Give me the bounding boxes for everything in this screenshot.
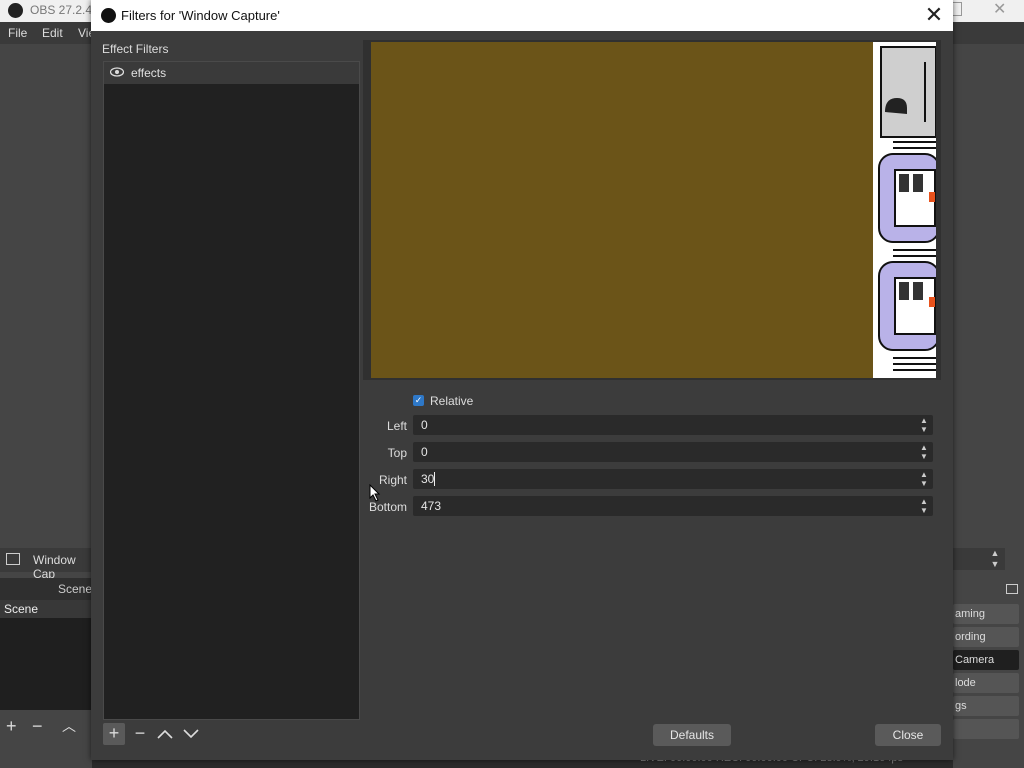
left-decrement-icon[interactable]: ▼ [917,425,931,434]
settings-button[interactable]: gs [953,696,1019,716]
exit-button[interactable] [953,719,1019,739]
relative-checkbox[interactable]: ✓ [413,395,424,406]
window-source-icon [6,553,20,565]
dock-float-icon[interactable] [1006,584,1018,594]
scenes-header: Scene [0,578,92,600]
bottom-decrement-icon[interactable]: ▼ [917,506,931,515]
bottom-spinbox[interactable]: 473 ▲ ▼ [413,496,933,516]
close-button[interactable]: Close [875,724,941,746]
defaults-button[interactable]: Defaults [653,724,731,746]
remove-scene-icon[interactable]: − [32,716,43,737]
right-value: 30 [421,472,435,486]
effect-filters-label: Effect Filters [102,42,169,56]
plus-icon[interactable]: + [103,723,125,745]
right-decrement-icon[interactable]: ▼ [917,479,931,488]
virtual-camera-button[interactable]: Camera [953,650,1019,670]
filter-preview [371,42,936,378]
left-increment-icon[interactable]: ▲ [917,416,931,425]
bottom-label: Bottom [368,500,407,514]
eye-icon[interactable] [110,67,124,77]
top-label: Top [387,446,407,460]
bottom-increment-icon[interactable]: ▲ [917,497,931,506]
left-label: Left [386,419,407,433]
arrow-down-icon[interactable] [183,729,199,739]
studio-mode-button[interactable]: lode [953,673,1019,693]
scene-tools: + − ︿ [0,716,92,740]
obs-logo-icon [101,8,116,23]
mouse-cursor-icon [369,484,381,502]
left-value: 0 [421,418,428,432]
scene-item[interactable]: Scene [0,600,92,618]
filters-dialog: Filters for 'Window Capture' ✕ Effect Fi… [91,0,953,760]
filter-name: effects [131,66,167,80]
dialog-titlebar: Filters for 'Window Capture' ✕ [91,0,953,31]
top-decrement-icon[interactable]: ▼ [917,452,931,461]
close-icon[interactable]: ✕ [921,3,947,29]
start-recording-button[interactable]: ording [953,627,1019,647]
main-window-title: OBS 27.2.4 ( [30,3,100,17]
filter-properties: ✓ Relative Left 0 ▲ ▼ Top 0 ▲ ▼ Right 30… [363,385,941,525]
add-scene-icon[interactable]: + [6,716,17,737]
text-caret [434,472,435,486]
minus-icon[interactable]: − [129,723,151,745]
right-increment-icon[interactable]: ▲ [917,470,931,479]
source-name: Window Cap [33,553,76,581]
start-streaming-button[interactable]: aming [953,604,1019,624]
top-spinbox[interactable]: 0 ▲ ▼ [413,442,933,462]
filter-list: effects [103,61,360,720]
main-close-icon[interactable]: ✕ [993,0,1006,19]
transition-spin[interactable]: ▲ ▼ [986,548,1004,570]
source-row[interactable]: Window Cap [0,548,92,581]
scene-up-icon[interactable]: ︿ [62,716,76,736]
right-spinbox[interactable]: 30 ▲ ▼ [413,469,933,489]
menu-file[interactable]: File [8,26,27,40]
left-spinbox[interactable]: 0 ▲ ▼ [413,415,933,435]
dialog-title: Filters for 'Window Capture' [121,8,280,23]
top-value: 0 [421,445,428,459]
bottom-value: 473 [421,499,442,513]
menu-edit[interactable]: Edit [42,26,63,40]
filter-item[interactable]: effects [104,62,359,84]
obs-logo-icon [8,3,23,18]
arrow-up-icon[interactable] [157,729,173,739]
preview-sprite-image [873,42,936,378]
top-increment-icon[interactable]: ▲ [917,443,931,452]
relative-label: Relative [430,394,474,408]
